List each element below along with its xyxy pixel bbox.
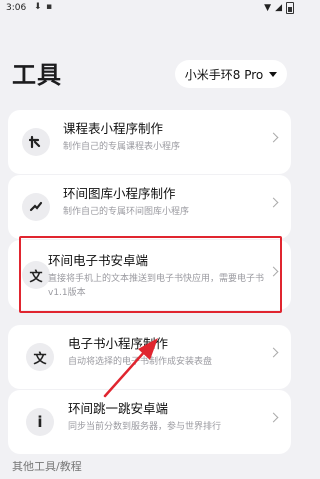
annotation-arrow — [103, 338, 158, 398]
